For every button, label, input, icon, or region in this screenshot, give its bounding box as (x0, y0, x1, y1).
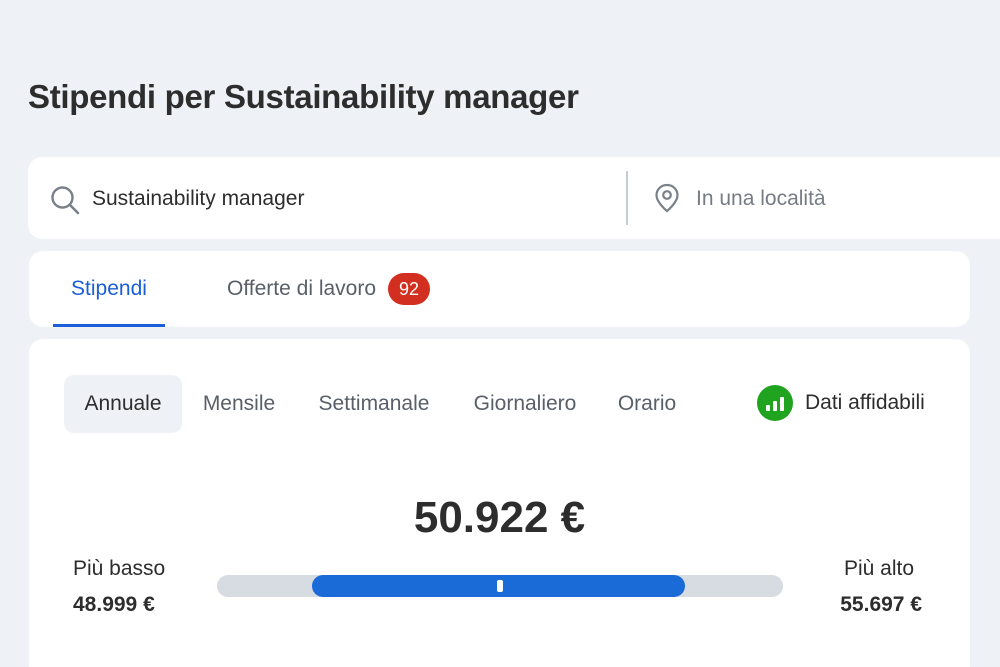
tab-stipendi[interactable]: Stipendi (53, 251, 165, 327)
range-high-value: 55.697 € (840, 593, 922, 616)
tab-offerte-label: Offerte di lavoro (227, 277, 377, 300)
range-low-label: Più basso (73, 557, 166, 580)
average-salary: 50.922 € (413, 493, 586, 542)
search-divider (626, 171, 628, 225)
range-high-label: Più alto (843, 557, 914, 580)
reliability-label: Dati affidabili (805, 391, 925, 414)
page-title: Stipendi per Sustainability manager (28, 78, 579, 115)
location-input[interactable] (696, 177, 1000, 221)
active-tab-indicator (53, 324, 165, 327)
job-count-badge: 92 (388, 273, 431, 305)
search-icon (50, 185, 80, 215)
salary-card: Annuale Mensile Settimanale Giornaliero … (29, 339, 970, 667)
data-reliability-indicator: Dati affidabili (757, 385, 925, 421)
period-tab-giornaliero[interactable]: Giornaliero (463, 375, 587, 433)
period-tab-annuale[interactable]: Annuale (64, 375, 182, 433)
search-bar (28, 157, 1000, 239)
period-tab-orario[interactable]: Orario (609, 375, 685, 433)
tabs-bar: Stipendi Offerte di lavoro 92 (29, 251, 970, 327)
range-low-value: 48.999 € (73, 593, 155, 616)
location-pin-icon (654, 183, 680, 213)
period-tab-mensile[interactable]: Mensile (194, 375, 284, 433)
tab-offerte-di-lavoro[interactable]: Offerte di lavoro 92 (227, 251, 431, 327)
period-tab-settimanale[interactable]: Settimanale (309, 375, 439, 433)
signal-bars-icon (757, 385, 793, 421)
job-search-input[interactable] (92, 177, 612, 221)
salary-average-marker (497, 580, 503, 592)
tab-stipendi-label: Stipendi (71, 277, 147, 300)
salary-range-bar (217, 575, 783, 597)
